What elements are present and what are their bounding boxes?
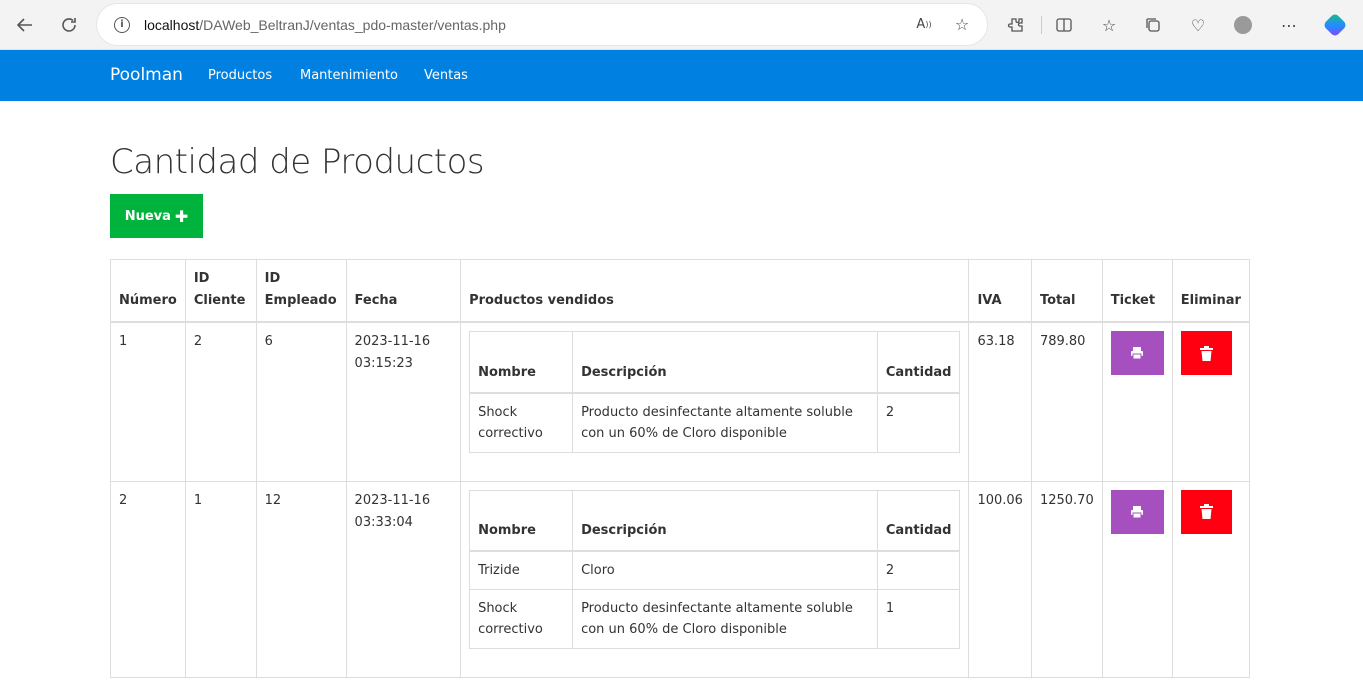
- page-title: Cantidad de Productos: [110, 142, 485, 182]
- sub-col-cantidad: Cantidad: [876, 489, 961, 552]
- favorite-star-icon[interactable]: ☆: [952, 14, 972, 34]
- product-row: Trizide Cloro 2: [469, 550, 961, 590]
- site-navbar: Poolman Productos Mantenimiento Ventas: [0, 50, 1363, 101]
- product-descripcion: Producto desinfectante altamente soluble…: [572, 392, 878, 453]
- new-button-label: Nueva: [124, 208, 171, 224]
- cell-id-empleado: 12: [255, 480, 347, 678]
- table-row: 2 1 12 2023-11-16 03:33:04 Nombre Descri…: [110, 480, 1251, 678]
- cell-numero: 2: [110, 480, 186, 678]
- product-cantidad: 1: [876, 589, 961, 649]
- more-options-icon[interactable]: ⋯: [1277, 13, 1301, 37]
- cell-iva: 100.06: [968, 480, 1032, 678]
- trash-icon: [1199, 504, 1213, 519]
- table-row: 1 2 6 2023-11-16 03:15:23 Nombre Descrip…: [110, 321, 1251, 482]
- print-icon: [1131, 505, 1144, 518]
- table-header-row: Número ID Cliente ID Empleado Fecha Prod…: [110, 259, 1251, 323]
- cell-id-cliente: 2: [184, 321, 257, 482]
- col-ticket: Ticket: [1101, 259, 1173, 323]
- cell-eliminar: [1171, 321, 1251, 482]
- info-icon[interactable]: i: [114, 16, 130, 33]
- delete-button[interactable]: [1180, 489, 1232, 534]
- product-cantidad: 2: [876, 392, 961, 453]
- col-eliminar: Eliminar: [1171, 259, 1251, 323]
- nav-link-ventas[interactable]: Ventas: [424, 68, 468, 83]
- cell-id-empleado: 6: [255, 321, 347, 482]
- sub-col-descripcion: Descripción: [572, 489, 878, 552]
- sub-col-cantidad: Cantidad: [876, 331, 961, 394]
- product-descripcion: Cloro: [572, 550, 878, 590]
- browser-essentials-icon[interactable]: ♡: [1186, 13, 1210, 37]
- profile-avatar-icon[interactable]: [1231, 13, 1255, 37]
- col-id-empleado: ID Empleado: [255, 259, 347, 323]
- sales-table: Número ID Cliente ID Empleado Fecha Prod…: [110, 259, 1251, 678]
- cell-productos: Nombre Descripción Cantidad Shock correc…: [460, 321, 970, 482]
- reload-icon[interactable]: [55, 11, 83, 39]
- print-icon: [1131, 347, 1144, 360]
- trash-icon: [1199, 345, 1213, 361]
- copilot-icon[interactable]: [1322, 12, 1348, 38]
- col-productos: Productos vendidos: [460, 259, 970, 323]
- cell-eliminar: [1171, 480, 1251, 678]
- cell-fecha: 2023-11-16 03:33:04: [345, 480, 462, 678]
- cell-total: 789.80: [1030, 321, 1103, 482]
- products-subtable: Nombre Descripción Cantidad Shock correc…: [469, 331, 961, 453]
- url-path: /DAWeb_BeltranJ/ventas_pdo-master/ventas…: [199, 16, 506, 33]
- col-iva: IVA: [968, 259, 1032, 323]
- read-aloud-icon[interactable]: A)): [914, 14, 934, 34]
- cell-fecha: 2023-11-16 03:15:23: [345, 321, 462, 482]
- sub-col-descripcion: Descripción: [572, 331, 878, 394]
- product-descripcion: Producto desinfectante altamente soluble…: [572, 589, 878, 649]
- nav-link-productos[interactable]: Productos: [208, 68, 272, 83]
- delete-button[interactable]: [1180, 331, 1232, 375]
- brand-link[interactable]: Poolman: [110, 65, 183, 85]
- split-screen-icon[interactable]: [1052, 13, 1076, 37]
- cell-iva: 63.18: [968, 321, 1032, 482]
- url-text[interactable]: localhost/DAWeb_BeltranJ/ventas_pdo-mast…: [144, 17, 506, 33]
- address-bar[interactable]: i localhost/DAWeb_BeltranJ/ventas_pdo-ma…: [97, 4, 987, 45]
- collections-icon[interactable]: [1141, 13, 1165, 37]
- col-numero: Número: [110, 259, 186, 323]
- back-arrow-icon[interactable]: [11, 11, 39, 39]
- extensions-icon[interactable]: [1004, 13, 1028, 37]
- col-id-cliente: ID Cliente: [184, 259, 257, 323]
- cell-productos: Nombre Descripción Cantidad Trizide Clor…: [460, 480, 970, 678]
- nav-link-mantenimiento[interactable]: Mantenimiento: [300, 68, 398, 83]
- product-row: Shock correctivo Producto desinfectante …: [469, 392, 961, 453]
- cell-total: 1250.70: [1030, 480, 1103, 678]
- cell-ticket: [1101, 480, 1173, 678]
- cell-numero: 1: [110, 321, 186, 482]
- sub-col-nombre: Nombre: [469, 489, 574, 552]
- col-fecha: Fecha: [345, 259, 462, 323]
- plus-icon: ✚: [174, 206, 189, 226]
- product-nombre: Trizide: [469, 550, 574, 590]
- cell-ticket: [1101, 321, 1173, 482]
- toolbar-divider: [1041, 16, 1042, 34]
- sub-col-nombre: Nombre: [469, 331, 574, 394]
- product-cantidad: 2: [876, 550, 961, 590]
- subtable-header-row: Nombre Descripción Cantidad: [469, 331, 961, 394]
- favorites-icon[interactable]: ☆: [1097, 13, 1121, 37]
- new-sale-button[interactable]: Nueva ✚: [110, 194, 203, 238]
- browser-toolbar: i localhost/DAWeb_BeltranJ/ventas_pdo-ma…: [0, 0, 1363, 50]
- cell-id-cliente: 1: [184, 480, 257, 678]
- ticket-button[interactable]: [1110, 489, 1164, 534]
- url-host: localhost: [144, 16, 200, 33]
- product-nombre: Shock correctivo: [469, 392, 574, 453]
- subtable-header-row: Nombre Descripción Cantidad: [469, 489, 961, 552]
- ticket-button[interactable]: [1110, 331, 1164, 375]
- product-nombre: Shock correctivo: [469, 589, 574, 649]
- products-subtable: Nombre Descripción Cantidad Trizide Clor…: [469, 489, 961, 649]
- col-total: Total: [1030, 259, 1103, 323]
- product-row: Shock correctivo Producto desinfectante …: [469, 589, 961, 649]
